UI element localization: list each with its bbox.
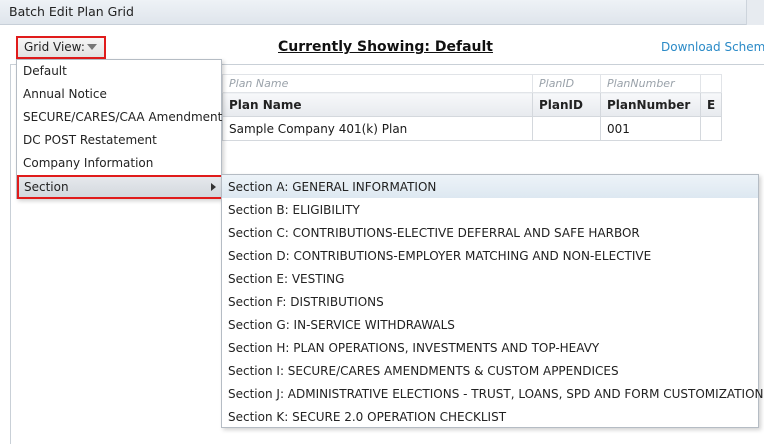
cell-plan-name[interactable]: Sample Company 401(k) Plan bbox=[222, 116, 533, 141]
submenu-item-section-c[interactable]: Section C: CONTRIBUTIONS-ELECTIVE DEFERR… bbox=[222, 221, 758, 244]
filter-plan-name[interactable]: Plan Name bbox=[222, 74, 533, 93]
column-header-plan-id[interactable]: PlanID bbox=[532, 92, 601, 117]
currently-showing-title: Currently Showing: Default bbox=[278, 39, 493, 55]
grid-view-menu: Default Annual Notice SECURE/CARES/CAA A… bbox=[16, 59, 223, 199]
cell-plan-number[interactable]: 001 bbox=[600, 116, 701, 141]
column-header-extra[interactable]: E bbox=[699, 92, 723, 117]
filter-extra[interactable] bbox=[699, 74, 723, 93]
plan-grid: Plan Name PlanID PlanNumber Plan Name Pl… bbox=[222, 74, 723, 141]
header-row: Plan Name PlanID PlanNumber E bbox=[222, 92, 723, 117]
submenu-item-section-f[interactable]: Section F: DISTRIBUTIONS bbox=[222, 290, 758, 313]
filter-row: Plan Name PlanID PlanNumber bbox=[222, 74, 723, 93]
download-schema-link[interactable]: Download Schema bbox=[661, 40, 764, 54]
filter-plan-number[interactable]: PlanNumber bbox=[600, 74, 701, 93]
submenu-item-section-g[interactable]: Section G: IN-SERVICE WITHDRAWALS bbox=[222, 313, 758, 336]
cell-extra[interactable] bbox=[699, 116, 723, 141]
submenu-item-section-b[interactable]: Section B: ELIGIBILITY bbox=[222, 198, 758, 221]
submenu-item-section-h[interactable]: Section H: PLAN OPERATIONS, INVESTMENTS … bbox=[222, 336, 758, 359]
chevron-down-icon bbox=[87, 44, 97, 50]
scrollbar-stub[interactable] bbox=[746, 0, 764, 25]
chevron-right-icon bbox=[211, 183, 216, 191]
submenu-item-section-k[interactable]: Section K: SECURE 2.0 OPERATION CHECKLIS… bbox=[222, 405, 758, 428]
submenu-item-section-i[interactable]: Section I: SECURE/CARES AMENDMENTS & CUS… bbox=[222, 359, 758, 382]
filter-plan-id[interactable]: PlanID bbox=[532, 74, 601, 93]
menu-item-secure-cares-caa[interactable]: SECURE/CARES/CAA Amendment bbox=[17, 106, 222, 129]
menu-item-default[interactable]: Default bbox=[17, 60, 221, 83]
window-title: Batch Edit Plan Grid bbox=[9, 4, 134, 19]
submenu-item-section-d[interactable]: Section D: CONTRIBUTIONS-EMPLOYER MATCHI… bbox=[222, 244, 758, 267]
menu-item-annual-notice[interactable]: Annual Notice bbox=[17, 83, 221, 106]
menu-item-dc-post-restatement[interactable]: DC POST Restatement bbox=[17, 129, 221, 152]
column-header-plan-number[interactable]: PlanNumber bbox=[600, 92, 701, 117]
menu-item-section[interactable]: Section bbox=[17, 175, 223, 199]
grid-view-dropdown[interactable]: Grid View: bbox=[16, 36, 106, 59]
cell-plan-id[interactable] bbox=[532, 116, 601, 141]
submenu-item-section-a[interactable]: Section A: GENERAL INFORMATION bbox=[222, 175, 758, 198]
menu-item-company-information[interactable]: Company Information bbox=[17, 152, 221, 175]
submenu-item-section-e[interactable]: Section E: VESTING bbox=[222, 267, 758, 290]
grid-view-label: Grid View: bbox=[24, 40, 85, 54]
menu-item-section-label: Section bbox=[24, 180, 69, 194]
column-header-plan-name[interactable]: Plan Name bbox=[222, 92, 533, 117]
submenu-item-section-j[interactable]: Section J: ADMINISTRATIVE ELECTIONS - TR… bbox=[222, 382, 764, 405]
window-title-bar: Batch Edit Plan Grid bbox=[0, 0, 764, 25]
table-row[interactable]: Sample Company 401(k) Plan 001 bbox=[222, 116, 723, 141]
section-submenu: Section A: GENERAL INFORMATION Section B… bbox=[221, 174, 764, 428]
